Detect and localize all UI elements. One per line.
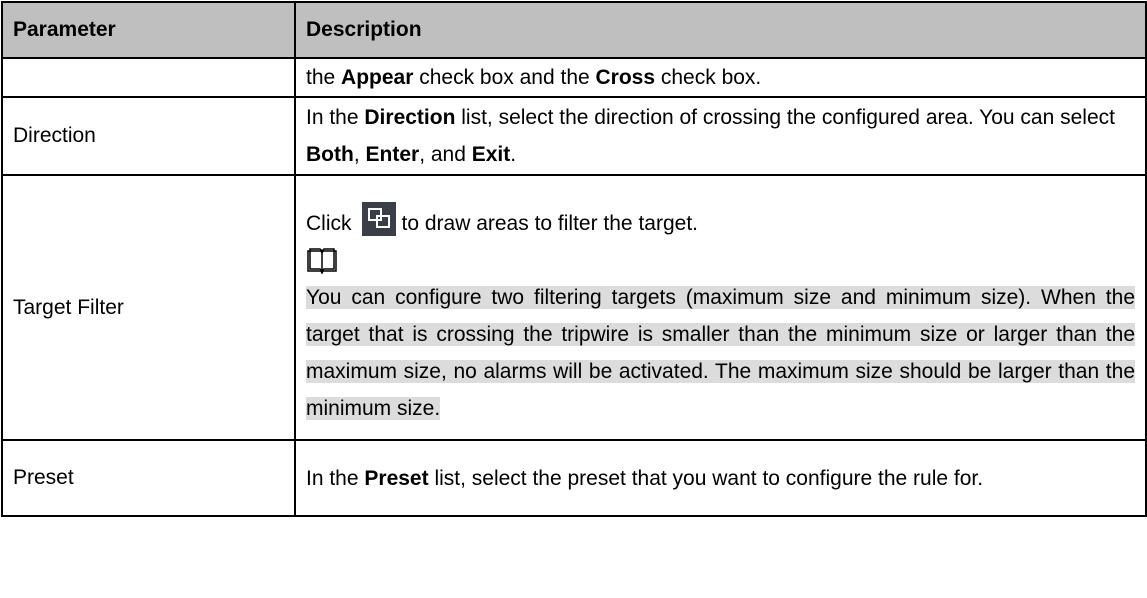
table-row: Direction In the Direction list, select … (1, 96, 1147, 176)
desc-text: , (353, 143, 366, 166)
desc-bold: Appear (341, 66, 414, 89)
desc-bold: Enter (365, 143, 420, 166)
desc-text: list, select the preset that you want to… (428, 466, 984, 490)
draw-area-icon (361, 202, 396, 236)
desc-text: In the (306, 106, 365, 129)
desc-text: check box and the (413, 66, 596, 89)
desc-text: , and (419, 143, 472, 166)
click-text: Click (306, 212, 352, 235)
row-parameter: Target Filter (1, 174, 296, 441)
desc-bold: Preset (364, 466, 429, 490)
book-note-icon (306, 242, 1135, 279)
desc-bold: Cross (595, 66, 656, 89)
header-description: Description (294, 1, 1147, 59)
click-line: Click to draw areas to filter the target. (306, 202, 1135, 242)
parameter-table: Parameter Description the Appear check b… (1, 1, 1147, 517)
row-description: In the Direction list, select the direct… (294, 96, 1147, 176)
row-parameter: Preset (1, 439, 296, 517)
desc-bold: Exit (471, 143, 511, 166)
table-row: the Appear check box and the Cross check… (1, 58, 1147, 98)
desc-text: In the (306, 466, 365, 490)
note-text: You can configure two filtering targets … (306, 279, 1135, 427)
table-row: Preset In the Preset list, select the pr… (1, 439, 1147, 517)
row-parameter (1, 58, 296, 98)
note-highlight: You can configure two filtering targets … (306, 286, 1135, 420)
click-after-text: to draw areas to filter the target. (401, 212, 698, 235)
desc-text: list, select the direction of crossing t… (455, 106, 1115, 129)
row-description: In the Preset list, select the preset th… (294, 439, 1147, 517)
header-parameter: Parameter (1, 1, 296, 59)
desc-bold: Both (306, 143, 354, 166)
desc-text: check box. (655, 66, 762, 89)
row-description: Click to draw areas to filter the target.… (294, 174, 1147, 441)
desc-bold: Direction (364, 106, 456, 129)
row-description: the Appear check box and the Cross check… (294, 58, 1147, 98)
desc-text: . (510, 143, 517, 166)
table-header-row: Parameter Description (1, 1, 1147, 59)
row-parameter: Direction (1, 96, 296, 176)
desc-text: the (306, 66, 342, 89)
table-row: Target Filter Click to draw areas to filt… (1, 174, 1147, 441)
